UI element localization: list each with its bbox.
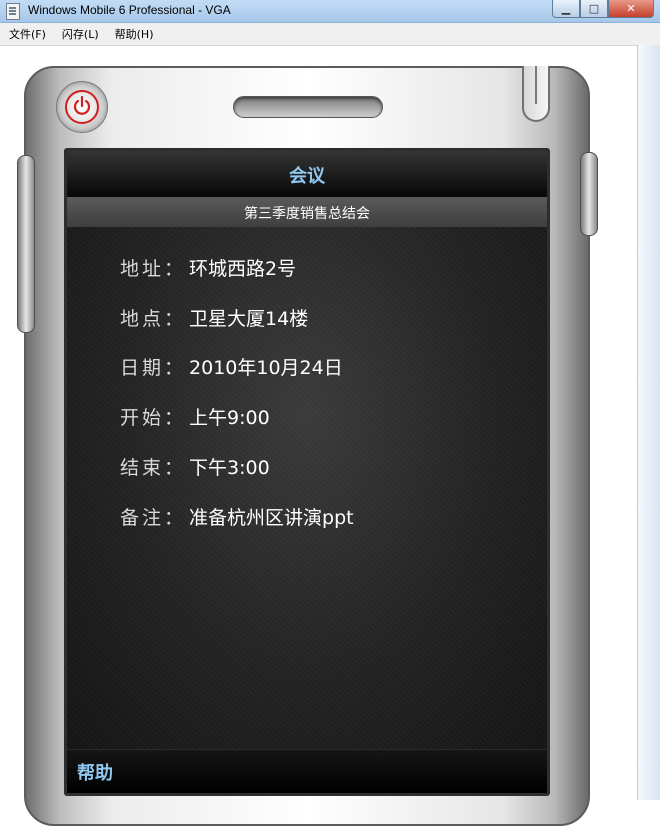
field-value: 准备杭州区讲演ppt bbox=[189, 507, 354, 529]
menu-flash[interactable]: 闪存(L) bbox=[55, 26, 106, 42]
power-button[interactable] bbox=[56, 81, 108, 133]
menu-help[interactable]: 帮助(H) bbox=[108, 26, 161, 42]
field-label: 地点 bbox=[120, 308, 165, 330]
field-colon: ： bbox=[164, 507, 184, 529]
screen-subtitle-bar: 第三季度销售总结会 bbox=[67, 197, 547, 227]
field-label: 备注 bbox=[120, 507, 165, 529]
menu-bar: 文件(F) 闪存(L) 帮助(H) bbox=[0, 23, 660, 46]
detail-row-date: 日期 ： 2010年10月24日 bbox=[120, 353, 343, 381]
field-value: 上午9:00 bbox=[189, 407, 270, 429]
detail-row-address: 地址 ： 环城西路2号 bbox=[120, 254, 296, 282]
help-softkey[interactable]: 帮助 bbox=[77, 759, 113, 785]
minimize-button[interactable]: ▁ bbox=[552, 0, 580, 18]
meeting-subject: 第三季度销售总结会 bbox=[244, 206, 370, 222]
close-button[interactable]: ✕ bbox=[608, 0, 654, 18]
left-side-key[interactable] bbox=[17, 155, 35, 333]
field-colon: ： bbox=[164, 258, 184, 280]
field-value: 下午3:00 bbox=[189, 457, 270, 479]
field-label: 结束 bbox=[120, 457, 165, 479]
menu-file[interactable]: 文件(F) bbox=[2, 26, 53, 42]
field-value: 环城西路2号 bbox=[189, 258, 297, 280]
window-title: Windows Mobile 6 Professional - VGA bbox=[28, 3, 231, 17]
field-value: 卫星大厦14楼 bbox=[189, 308, 309, 330]
window-right-edge bbox=[637, 45, 660, 800]
detail-row-notes: 备注 ： 准备杭州区讲演ppt bbox=[120, 503, 354, 531]
speaker-grille bbox=[233, 96, 383, 118]
field-label: 地址 bbox=[120, 258, 165, 280]
detail-row-start: 开始 ： 上午9:00 bbox=[120, 403, 270, 431]
field-colon: ： bbox=[164, 357, 184, 379]
field-label: 开始 bbox=[120, 407, 165, 429]
maximize-button[interactable]: □ bbox=[580, 0, 608, 18]
power-icon bbox=[73, 96, 91, 115]
detail-row-end: 结束 ： 下午3:00 bbox=[120, 453, 270, 481]
softkey-bar: 帮助 bbox=[67, 749, 547, 793]
right-side-key[interactable] bbox=[580, 152, 598, 236]
stylus-slot bbox=[522, 66, 550, 122]
field-colon: ： bbox=[164, 457, 184, 479]
field-label: 日期 bbox=[120, 357, 165, 379]
window-controls: ▁ □ ✕ bbox=[552, 0, 654, 18]
meeting-details: 地址 ： 环城西路2号 地点 ： 卫星大厦14楼 日期 ： 2010年10月24… bbox=[67, 227, 547, 753]
field-colon: ： bbox=[164, 407, 184, 429]
device-screen: 会议 第三季度销售总结会 地址 ： 环城西路2号 地点 ： 卫星大厦14楼 日期… bbox=[64, 148, 550, 796]
field-value: 2010年10月24日 bbox=[189, 357, 343, 379]
screen-title: 会议 bbox=[289, 166, 325, 187]
app-document-icon bbox=[6, 3, 20, 20]
window-title-bar[interactable]: Windows Mobile 6 Professional - VGA ▁ □ … bbox=[0, 0, 660, 23]
screen-title-bar: 会议 bbox=[67, 151, 547, 197]
detail-row-location: 地点 ： 卫星大厦14楼 bbox=[120, 304, 308, 332]
field-colon: ： bbox=[164, 308, 184, 330]
